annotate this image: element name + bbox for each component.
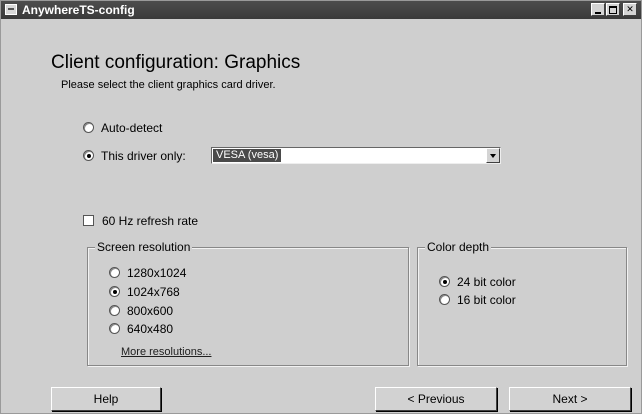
- resolution-option-640x480[interactable]: 640x480: [109, 321, 173, 337]
- resolution-label: 640x480: [127, 322, 174, 336]
- close-button[interactable]: ✕: [623, 3, 637, 16]
- screen-resolution-legend: Screen resolution: [95, 240, 193, 254]
- this-driver-option[interactable]: This driver only:: [83, 148, 186, 164]
- window-title: AnywhereTS-config: [22, 3, 135, 17]
- refresh-rate-checkbox[interactable]: [83, 215, 94, 226]
- previous-button[interactable]: < Previous: [375, 387, 497, 411]
- title-bar[interactable]: AnywhereTS-config ✕: [1, 1, 641, 19]
- color-depth-label: 24 bit color: [457, 275, 516, 289]
- this-driver-radio[interactable]: [83, 150, 94, 161]
- page-subtitle: Please select the client graphics card d…: [61, 79, 276, 91]
- more-resolutions-link[interactable]: More resolutions...: [121, 346, 211, 358]
- resolution-radio[interactable]: [109, 305, 120, 316]
- resolution-label: 800x600: [127, 304, 174, 318]
- next-button[interactable]: Next >: [509, 387, 631, 411]
- resolution-radio[interactable]: [109, 286, 120, 297]
- resolution-option-1024x768[interactable]: 1024x768: [109, 284, 180, 300]
- refresh-rate-label: 60 Hz refresh rate: [102, 214, 199, 228]
- color-depth-radio[interactable]: [439, 276, 450, 287]
- resolution-label: 1280x1024: [127, 266, 187, 280]
- auto-detect-radio[interactable]: [83, 122, 94, 133]
- driver-select[interactable]: VESA (vesa): [211, 147, 501, 164]
- help-button[interactable]: Help: [51, 387, 161, 411]
- color-depth-radio[interactable]: [439, 294, 450, 305]
- maximize-button[interactable]: [606, 3, 620, 16]
- this-driver-label: This driver only:: [101, 149, 186, 163]
- app-menu-icon[interactable]: [5, 4, 17, 15]
- driver-select-value: VESA (vesa): [213, 149, 282, 162]
- color-depth-legend: Color depth: [425, 240, 492, 254]
- resolution-option-800x600[interactable]: 800x600: [109, 303, 173, 319]
- config-window: AnywhereTS-config ✕ Client configuration…: [0, 0, 642, 414]
- resolution-radio[interactable]: [109, 323, 120, 334]
- minimize-button[interactable]: [591, 3, 605, 16]
- color-depth-label: 16 bit color: [457, 293, 516, 307]
- auto-detect-option[interactable]: Auto-detect: [83, 120, 162, 136]
- color-option-16bit[interactable]: 16 bit color: [439, 292, 516, 308]
- color-option-24bit[interactable]: 24 bit color: [439, 274, 516, 290]
- auto-detect-label: Auto-detect: [101, 121, 163, 135]
- chevron-down-icon[interactable]: [486, 148, 500, 163]
- resolution-label: 1024x768: [127, 285, 180, 299]
- refresh-rate-option[interactable]: 60 Hz refresh rate: [83, 213, 198, 229]
- resolution-option-1280x1024[interactable]: 1280x1024: [109, 265, 186, 281]
- page-title: Client configuration: Graphics: [51, 52, 301, 73]
- resolution-radio[interactable]: [109, 267, 120, 278]
